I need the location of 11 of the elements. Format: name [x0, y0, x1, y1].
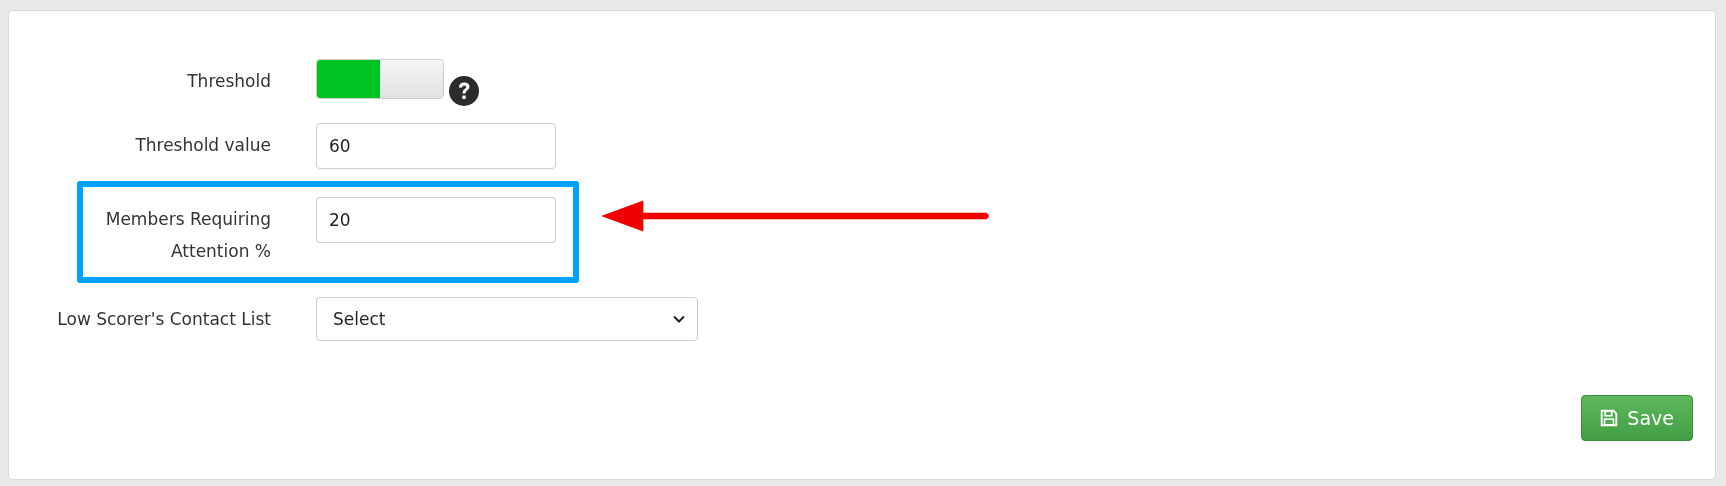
help-icon[interactable] — [448, 75, 480, 107]
contact-list-select[interactable]: Select — [316, 297, 698, 341]
field-label: Low Scorer's Contact List — [57, 308, 271, 331]
save-icon — [1600, 409, 1619, 427]
number-input[interactable]: 60 — [316, 123, 556, 169]
field-label: Threshold — [187, 70, 271, 93]
threshold-toggle[interactable] — [316, 59, 444, 99]
number-input[interactable]: 20 — [316, 197, 556, 243]
field-label: Threshold value — [135, 134, 271, 157]
field-label: Members Requiring Attention % — [104, 208, 271, 263]
caret-icon — [673, 315, 685, 323]
